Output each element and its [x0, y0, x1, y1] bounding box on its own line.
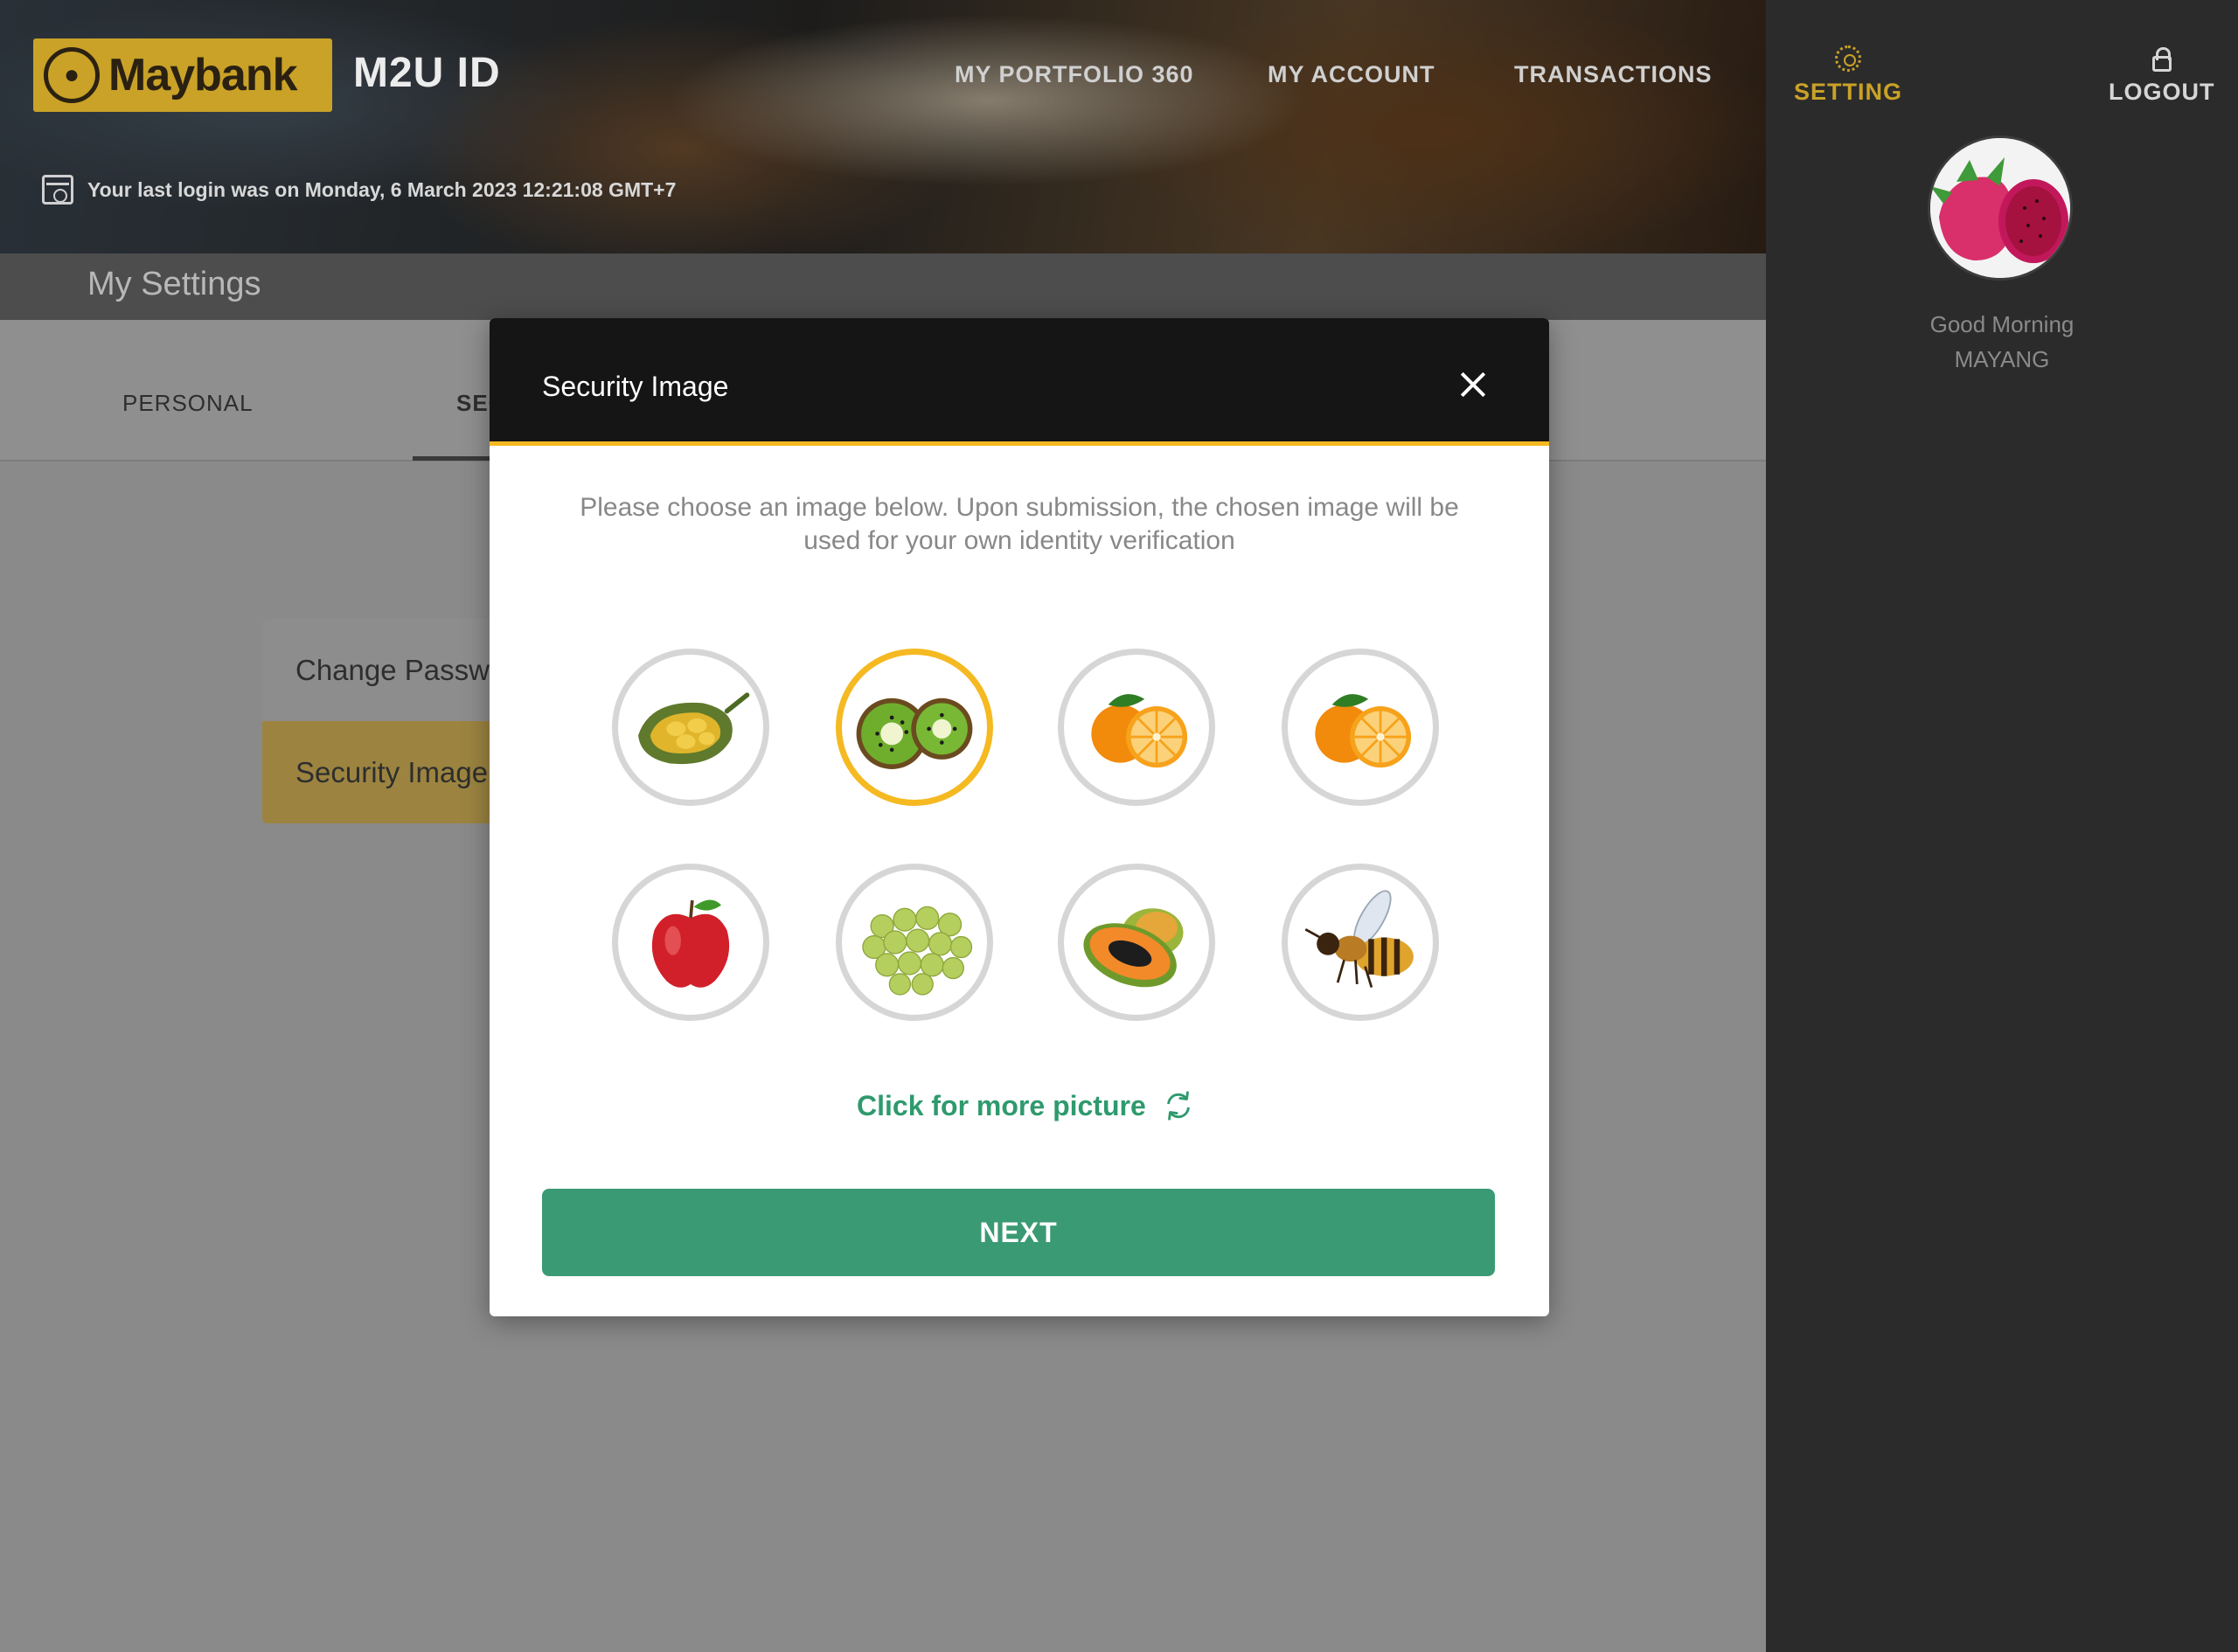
security-image-modal: Security Image Please choose an image be…	[490, 318, 1549, 1316]
image-option-orange[interactable]	[1058, 649, 1215, 806]
user-name: MAYANG	[1954, 346, 2050, 372]
avatar-dragonfruit	[1928, 135, 2073, 281]
image-option-grapes[interactable]	[836, 864, 993, 1021]
menu-item-security-image[interactable]: Security Image	[262, 721, 525, 823]
image-option-papaya[interactable]	[1058, 864, 1215, 1021]
security-image-grid	[490, 318, 1549, 1021]
last-login-info: Your last login was on Monday, 6 March 2…	[42, 175, 676, 205]
image-option-orange-2[interactable]	[1282, 649, 1439, 806]
tiger-icon: ●	[44, 47, 100, 103]
more-pictures-label: Click for more picture	[857, 1089, 1146, 1121]
image-option-apple[interactable]	[612, 864, 769, 1021]
image-option-kiwi[interactable]	[836, 649, 993, 806]
nav-transactions[interactable]: TRANSACTIONS	[1514, 61, 1713, 88]
image-option-jackfruit[interactable]	[612, 649, 769, 806]
settings-side-menu: Change Passwo Security Image	[262, 619, 525, 823]
image-option-bee[interactable]	[1282, 864, 1439, 1021]
more-pictures-link[interactable]: Click for more picture	[857, 1089, 1195, 1122]
next-button[interactable]: NEXT	[542, 1189, 1495, 1276]
logout-button[interactable]: LOGOUT	[2109, 45, 2215, 106]
calendar-clock-icon	[42, 175, 73, 205]
tab-personal[interactable]: PERSONAL	[122, 390, 254, 417]
header-banner: ● Maybank M2U ID MY PORTFOLIO 360 MY ACC…	[0, 0, 1766, 253]
gear-icon	[1835, 45, 1861, 72]
menu-item-change-password[interactable]: Change Passwo	[262, 619, 525, 721]
last-login-text: Your last login was on Monday, 6 March 2…	[87, 177, 677, 201]
maybank-logo[interactable]: ● Maybank	[33, 38, 332, 112]
setting-button[interactable]: SETTING	[1794, 45, 1902, 106]
logo-text: Maybank	[108, 50, 298, 101]
setting-label: SETTING	[1794, 79, 1903, 105]
refresh-icon	[1166, 1091, 1190, 1121]
nav-my-account[interactable]: MY ACCOUNT	[1268, 61, 1435, 88]
greeting-text: Good Morning	[1929, 311, 2075, 337]
logout-label: LOGOUT	[2109, 79, 2215, 105]
app-title: M2U ID	[353, 50, 501, 96]
unlock-icon	[2151, 47, 2172, 72]
nav-my-portfolio[interactable]: MY PORTFOLIO 360	[955, 61, 1194, 88]
right-panel: SETTING LOGOUT Good Morning MAYANG	[1766, 0, 2238, 1652]
page-title: My Settings	[87, 266, 261, 302]
settings-bar: My Settings	[0, 253, 1766, 320]
